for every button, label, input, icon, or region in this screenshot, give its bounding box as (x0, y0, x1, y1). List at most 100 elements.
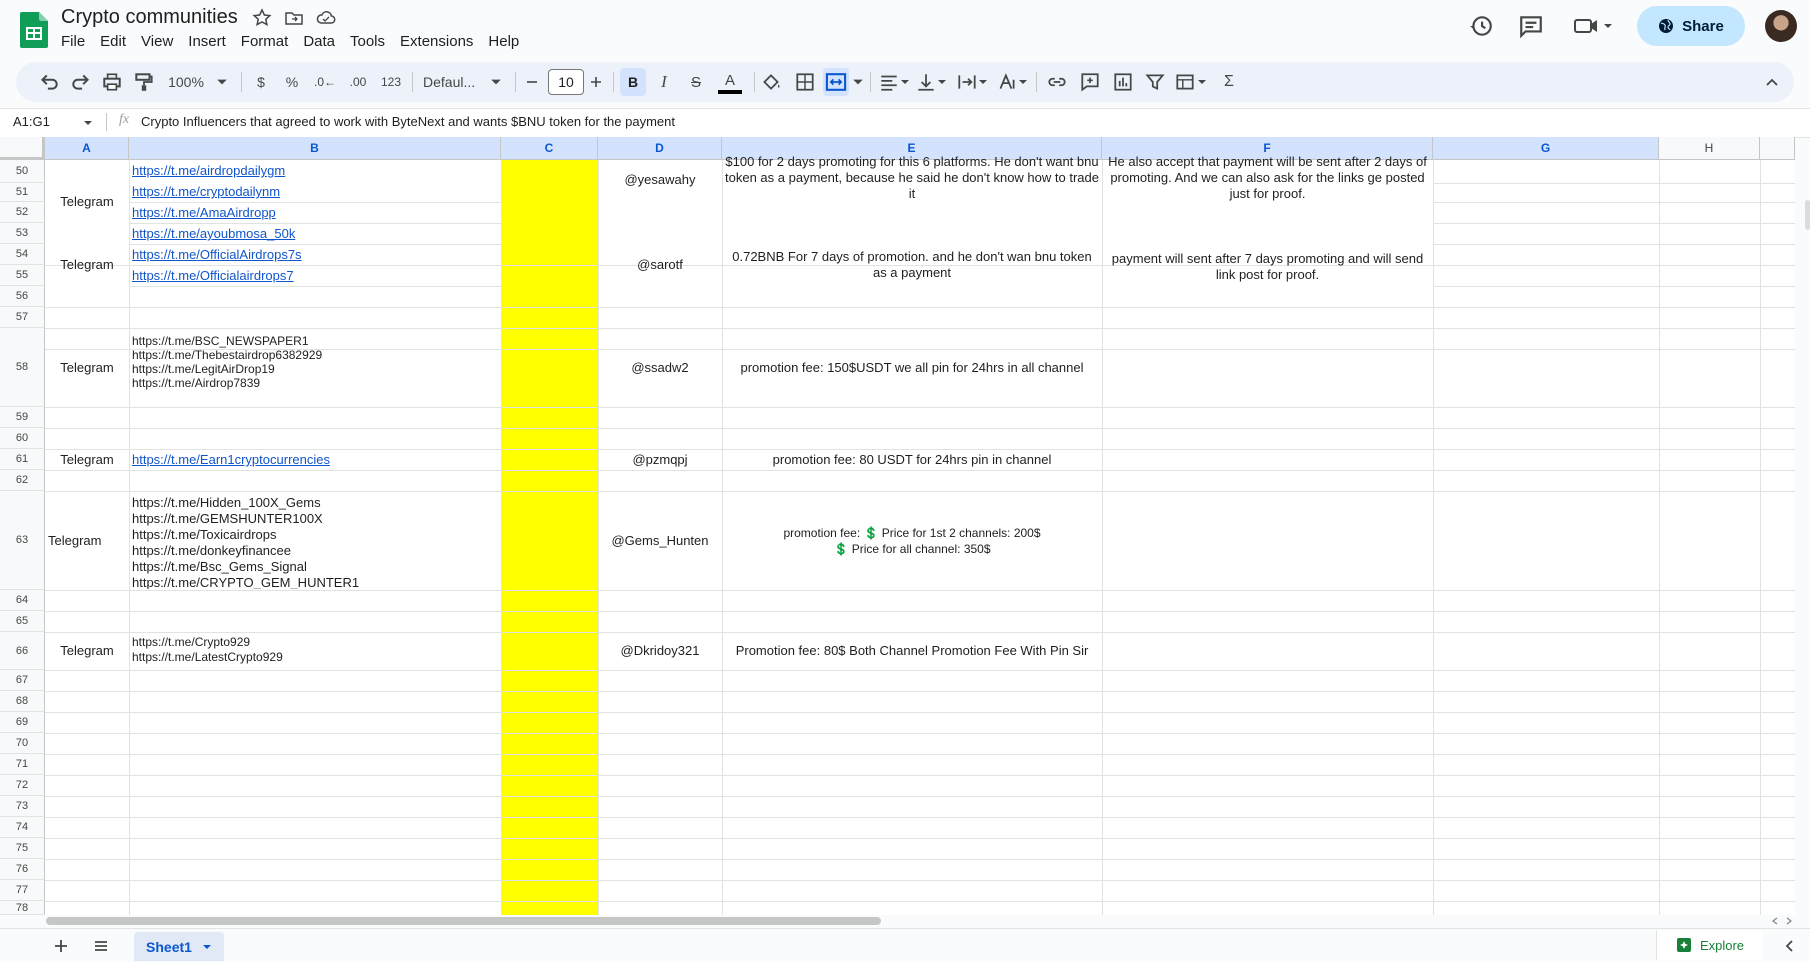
account-avatar[interactable] (1765, 10, 1797, 42)
all-sheets-icon[interactable] (92, 937, 110, 955)
telegram-link[interactable]: https://t.me/airdropdailygm (132, 163, 285, 178)
row-header-55[interactable]: 55 (0, 265, 45, 286)
row-header-76[interactable]: 76 (0, 859, 45, 880)
menu-extensions[interactable]: Extensions (400, 33, 473, 53)
row-header-65[interactable]: 65 (0, 611, 45, 632)
cell-d66[interactable]: @Dkridoy321 (598, 632, 722, 670)
telegram-link[interactable]: https://t.me/Officialairdrops7 (132, 268, 294, 283)
column-header-a[interactable]: A (45, 137, 129, 160)
font-dropdown-icon[interactable] (490, 70, 502, 94)
cell-d61[interactable]: @pzmqpj (598, 449, 722, 470)
merge-dropdown-icon[interactable] (852, 70, 864, 94)
cell-b66[interactable]: https://t.me/Crypto929 https://t.me/Late… (129, 635, 501, 669)
vertical-align-icon[interactable] (915, 70, 937, 94)
column-header-i[interactable] (1760, 137, 1795, 160)
row-header-58[interactable]: 58 (0, 328, 45, 407)
row-header-52[interactable]: 52 (0, 202, 45, 223)
insert-comment-icon[interactable] (1079, 70, 1101, 94)
cell-a61[interactable]: Telegram (45, 449, 129, 470)
filter-views-icon[interactable] (1174, 70, 1196, 94)
text-wrapping-icon[interactable] (956, 70, 978, 94)
row-header-66[interactable]: 66 (0, 632, 45, 670)
functions-button[interactable]: Σ (1220, 70, 1238, 94)
italic-button[interactable]: I (653, 70, 675, 94)
name-box-dropdown-icon[interactable] (83, 118, 93, 128)
cell-e66[interactable]: Promotion fee: 80$ Both Channel Promotio… (722, 632, 1102, 670)
valign-dropdown-icon[interactable] (937, 70, 947, 94)
row-header-59[interactable]: 59 (0, 407, 45, 428)
telegram-link[interactable]: https://t.me/ayoubmosa_50k (132, 226, 295, 241)
font-size-input[interactable]: 10 (548, 69, 584, 95)
menu-help[interactable]: Help (488, 33, 519, 53)
zoom-dropdown-icon[interactable] (216, 70, 228, 94)
cell-b55[interactable]: https://t.me/Officialairdrops7 (129, 266, 501, 286)
fill-color-icon[interactable] (760, 70, 782, 94)
increase-font-size-icon[interactable] (588, 70, 604, 94)
formula-input[interactable]: Crypto Influencers that agreed to work w… (141, 114, 675, 129)
menu-data[interactable]: Data (303, 33, 335, 53)
cell-b52[interactable]: https://t.me/AmaAirdropp (129, 203, 501, 223)
cell-d54[interactable]: @sarotf (598, 244, 722, 286)
move-folder-icon[interactable] (284, 8, 304, 28)
cell-e61[interactable]: promotion fee: 80 USDT for 24hrs pin in … (722, 449, 1102, 470)
redo-icon[interactable] (70, 70, 92, 94)
paint-format-icon[interactable] (133, 70, 155, 94)
column-header-b[interactable]: B (129, 137, 501, 160)
telegram-link[interactable]: https://t.me/cryptodailynm (132, 184, 280, 199)
row-header-53[interactable]: 53 (0, 223, 45, 244)
horizontal-align-icon[interactable] (878, 70, 900, 94)
column-header-h[interactable]: H (1659, 137, 1760, 160)
explore-button[interactable]: Explore (1656, 930, 1763, 960)
cell-e54[interactable]: 0.72BNB For 7 days of promotion. and he … (722, 244, 1102, 286)
text-color-button[interactable]: A (718, 70, 742, 94)
borders-icon[interactable] (794, 70, 816, 94)
increase-decimal-button[interactable]: .00 (345, 70, 371, 94)
undo-icon[interactable] (38, 70, 60, 94)
side-panel-toggle-icon[interactable] (1782, 938, 1798, 954)
telegram-link[interactable]: https://t.me/AmaAirdropp (132, 205, 276, 220)
row-header-50[interactable]: 50 (0, 160, 45, 183)
more-formats-button[interactable]: 123 (378, 70, 404, 94)
merge-cells-icon[interactable] (823, 68, 849, 96)
row-header-60[interactable]: 60 (0, 428, 45, 449)
cell-a66[interactable]: Telegram (45, 632, 129, 670)
row-header-74[interactable]: 74 (0, 817, 45, 838)
cell-b58[interactable]: https://t.me/BSC_NEWSPAPER1 https://t.me… (129, 334, 501, 404)
sheets-logo-icon[interactable] (20, 12, 48, 48)
row-header-73[interactable]: 73 (0, 796, 45, 817)
row-header-57[interactable]: 57 (0, 307, 45, 328)
select-all-corner[interactable] (0, 137, 45, 160)
cell-d58[interactable]: @ssadw2 (598, 328, 722, 407)
currency-format-button[interactable]: $ (253, 70, 269, 94)
row-header-75[interactable]: 75 (0, 838, 45, 859)
filter-icon[interactable] (1144, 70, 1166, 94)
filter-views-dropdown-icon[interactable] (1197, 70, 1207, 94)
row-header-61[interactable]: 61 (0, 449, 45, 470)
text-rotation-icon[interactable] (996, 70, 1018, 94)
cell-b54[interactable]: https://t.me/OfficialAirdrops7s (129, 245, 501, 265)
star-icon[interactable] (252, 8, 272, 28)
share-button[interactable]: Share (1637, 6, 1745, 46)
row-header-51[interactable]: 51 (0, 183, 45, 202)
cell-f54[interactable]: payment will sent after 7 days promoting… (1102, 244, 1433, 290)
document-title[interactable]: Crypto communities (61, 6, 238, 29)
menu-format[interactable]: Format (241, 33, 289, 53)
cell-a58[interactable]: Telegram (45, 328, 129, 407)
version-history-icon[interactable] (1468, 13, 1494, 39)
cloud-status-icon[interactable] (316, 8, 336, 28)
horizontal-scrollbar[interactable] (46, 917, 881, 925)
cell-b53[interactable]: https://t.me/ayoubmosa_50k (129, 224, 501, 244)
telegram-link[interactable]: https://t.me/Earn1cryptocurrencies (132, 452, 330, 467)
comments-icon[interactable] (1518, 13, 1544, 39)
vertical-scrollbar[interactable] (1805, 200, 1810, 230)
cell-b50[interactable]: https://t.me/airdropdailygm (129, 161, 501, 181)
percent-format-button[interactable]: % (283, 70, 301, 94)
sheet-tab-dropdown-icon[interactable] (202, 942, 212, 952)
cell-b63[interactable]: https://t.me/Hidden_100X_Gems https://t.… (129, 495, 501, 589)
meet-video-icon[interactable] (1573, 13, 1613, 39)
menu-file[interactable]: File (61, 33, 85, 53)
row-header-56[interactable]: 56 (0, 286, 45, 307)
zoom-select[interactable]: 100% (166, 70, 206, 94)
row-header-62[interactable]: 62 (0, 470, 45, 491)
menu-edit[interactable]: Edit (100, 33, 126, 53)
